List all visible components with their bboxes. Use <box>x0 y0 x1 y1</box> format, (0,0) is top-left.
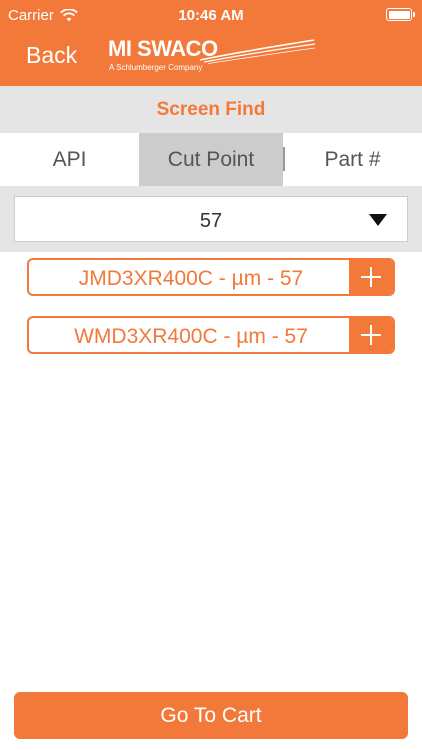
logo-tagline: A Schlumberger Company <box>109 63 203 72</box>
result-item-label: JMD3XR400C - µm - 57 <box>78 267 304 290</box>
back-button[interactable]: Back <box>26 42 77 69</box>
tab-cut-point[interactable]: Cut Point <box>139 133 283 186</box>
tab-part-number[interactable]: Part # <box>283 133 422 186</box>
add-to-cart-button[interactable] <box>349 318 393 352</box>
search-mode-tabs: API Cut Point Part # <box>0 133 422 186</box>
status-time: 10:46 AM <box>178 7 244 24</box>
chevron-down-icon <box>369 214 387 226</box>
tab-api[interactable]: API <box>0 133 139 186</box>
plus-icon <box>361 267 381 287</box>
logo-swoosh-icon <box>199 39 316 64</box>
app-header: Carrier 10:46 AM Back MI SWACO A Schlumb… <box>0 0 422 86</box>
add-to-cart-button[interactable] <box>349 260 393 294</box>
dropdown-selected-value: 57 <box>199 210 223 232</box>
filter-panel: 57 <box>0 186 422 252</box>
company-logo: MI SWACO A Schlumberger Company <box>106 36 318 78</box>
result-item-label: WMD3XR400C - µm - 57 <box>74 325 308 348</box>
status-bar: Carrier 10:46 AM <box>0 0 422 30</box>
go-to-cart-button[interactable]: Go To Cart <box>14 692 408 739</box>
plus-icon <box>361 325 381 345</box>
battery-icon <box>386 8 415 21</box>
cut-point-dropdown[interactable]: 57 <box>14 196 408 242</box>
page-title: Screen Find <box>0 86 422 133</box>
result-item: WMD3XR400C - µm - 57 <box>27 316 395 354</box>
result-item: JMD3XR400C - µm - 57 <box>27 258 395 296</box>
